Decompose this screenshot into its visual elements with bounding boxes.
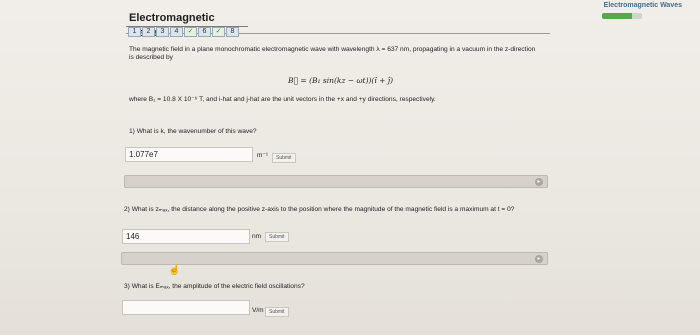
part-tab-8[interactable]: 8	[226, 27, 239, 37]
hand-pointer-icon: ☝	[168, 265, 181, 276]
question-3-unit: V/m	[252, 307, 264, 314]
question-1-submit-button[interactable]: Submit	[272, 153, 296, 163]
question-3-text: 3) What is Eₘₐₓ, the amplitude of the el…	[124, 283, 305, 290]
question-1-text: 1) What is k, the wavenumber of this wav…	[129, 128, 257, 135]
question-2-answer-field[interactable]	[122, 229, 250, 244]
part-tabs: 1 2 3 4 ✓ 6 ✓ 8	[128, 27, 239, 37]
part-tab-6[interactable]: 6	[198, 27, 211, 37]
question-2-unit: nm	[252, 233, 262, 240]
question-2-submit-button[interactable]: Submit	[265, 232, 289, 242]
question-1-answer-field[interactable]	[125, 147, 253, 162]
page: Electromagnetic Waves Electromagnetic Wa…	[0, 0, 700, 335]
brand-title: Electromagnetic Waves	[603, 2, 682, 9]
toggle-icon[interactable]: ▸	[535, 178, 543, 186]
question-1-unit: m⁻¹	[257, 152, 269, 159]
progress-bar-fill	[602, 13, 632, 19]
problem-where: where B₁ = 10.8 X 10⁻⁶ T, and i-hat and …	[129, 96, 436, 103]
question-2-feedback-bar[interactable]: ▸	[121, 252, 548, 265]
part-tab-3[interactable]: 3	[156, 27, 169, 37]
problem-intro: The magnetic field in a plane monochroma…	[129, 46, 536, 61]
part-tab-4[interactable]: 4	[170, 27, 183, 37]
toggle-icon[interactable]: ▸	[535, 255, 543, 263]
question-2-text: 2) What is zₘₐₓ, the distance along the …	[124, 206, 515, 213]
part-tab-1[interactable]: 1	[128, 27, 141, 37]
question-3-answer-field[interactable]	[122, 300, 250, 315]
page-title: Electromagnetic Waves	[126, 11, 248, 39]
part-tab-5[interactable]: ✓	[184, 27, 197, 37]
part-tab-7[interactable]: ✓	[212, 27, 225, 37]
progress-bar	[602, 13, 642, 19]
question-3-submit-button[interactable]: Submit	[265, 307, 289, 317]
part-tab-2[interactable]: 2	[142, 27, 155, 37]
question-1-feedback-bar[interactable]: ▸	[124, 175, 548, 188]
problem-formula: B⃗ = (B₁ sin(kz − ωt))(î + ĵ)	[288, 76, 394, 85]
